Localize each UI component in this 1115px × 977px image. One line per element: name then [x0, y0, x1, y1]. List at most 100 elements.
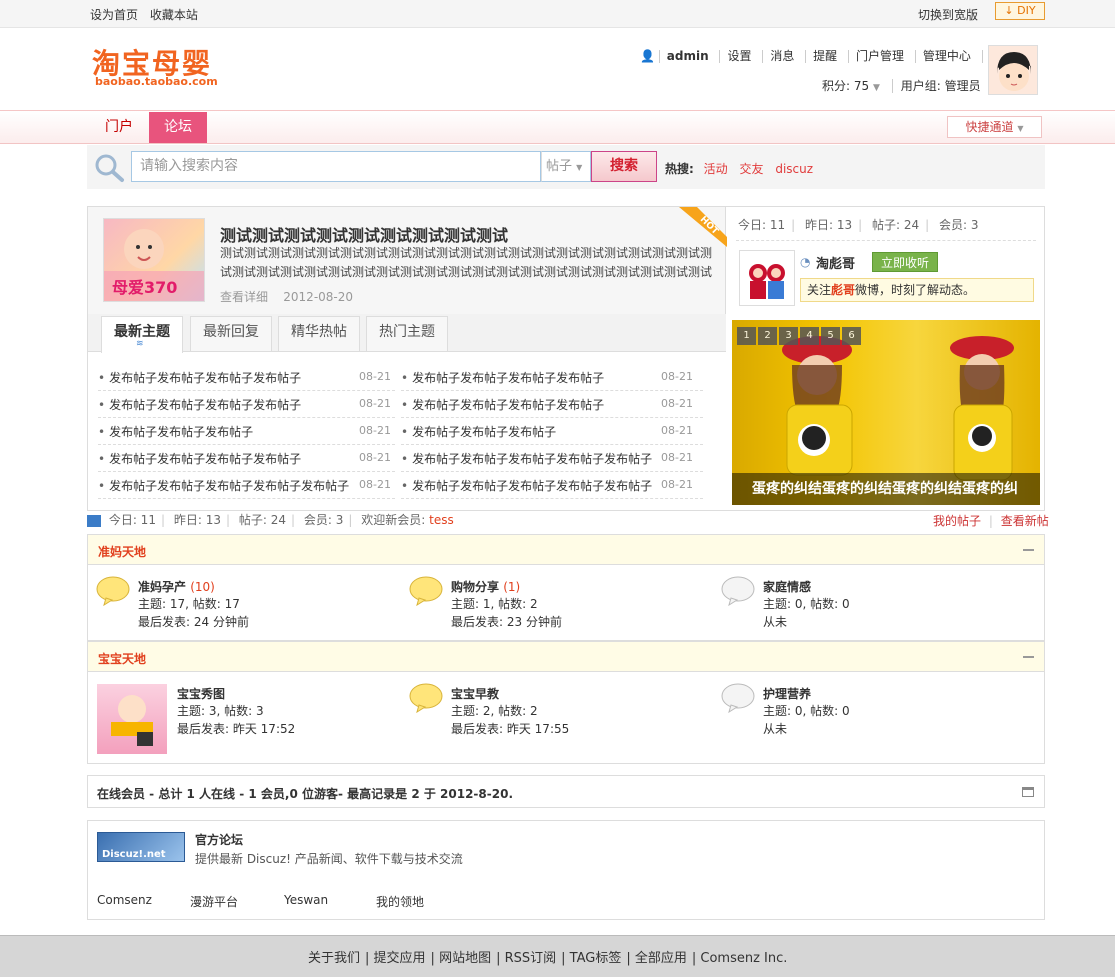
featured-title[interactable]: 测试测试测试测试测试测试测试测试测试	[220, 222, 508, 246]
footer-link[interactable]: TAG标签	[570, 951, 622, 966]
forum-link[interactable]: 宝宝早教	[451, 685, 499, 702]
post-link[interactable]: • 发布帖子发布帖子发布帖子发布帖子	[401, 369, 604, 386]
tab-latest-replies[interactable]: 最新回复	[190, 316, 272, 351]
messages-link[interactable]: 消息	[762, 50, 801, 63]
avatar[interactable]	[988, 45, 1038, 95]
divider	[736, 240, 1036, 241]
nav-forum[interactable]: 论坛	[149, 112, 207, 143]
hot-search-link[interactable]: 交友	[739, 162, 763, 176]
forum-last-post[interactable]: 最后发表: 昨天 17:52	[177, 720, 295, 738]
post-link[interactable]: • 发布帖子发布帖子发布帖子	[98, 423, 253, 440]
collapse-icon[interactable]	[1023, 656, 1034, 658]
featured-image[interactable]: 母爱370	[103, 218, 205, 302]
new-member-link[interactable]: tess	[429, 513, 454, 527]
weibo-avatar[interactable]	[739, 250, 795, 306]
post-link[interactable]: • 发布帖子发布帖子发布帖子发布帖子	[98, 450, 301, 467]
post-link[interactable]: • 发布帖子发布帖子发布帖子发布帖子发布帖子	[98, 477, 349, 494]
forum-info: 主题: 17, 帖数: 17 最后发表: 24 分钟前	[138, 595, 249, 631]
settings-link[interactable]: 设置	[719, 50, 758, 63]
hot-search-link[interactable]: discuz	[775, 162, 813, 176]
chart-icon	[87, 514, 101, 527]
forum-image[interactable]	[97, 684, 167, 754]
friend-link[interactable]: 我的领地	[376, 893, 424, 910]
footer-link[interactable]: 关于我们	[308, 951, 360, 966]
forum-link[interactable]: 护理营养	[763, 685, 811, 702]
bookmark-link[interactable]: 收藏本站	[150, 8, 198, 22]
nav-portal[interactable]: 门户	[90, 112, 148, 143]
tab-hot-topics[interactable]: 热门主题	[366, 316, 448, 351]
forum-stats: 主题: 1, 帖数: 2	[451, 597, 538, 611]
footer-link[interactable]: RSS订阅	[505, 951, 557, 966]
collapse-icon[interactable]	[1023, 549, 1034, 551]
stat-links: 我的帖子 | 查看新帖	[933, 514, 1049, 528]
tab-digest[interactable]: 精华热帖	[278, 316, 360, 351]
slide-nav-3[interactable]: 3	[779, 327, 798, 345]
user-credits: 积分: 75 ▼ 用户组: 管理员	[822, 77, 981, 94]
slide-nav-2[interactable]: 2	[758, 327, 777, 345]
post-link[interactable]: • 发布帖子发布帖子发布帖子发布帖子发布帖子	[401, 477, 652, 494]
weibo-note-name[interactable]: 彪哥	[831, 283, 855, 297]
forum-link[interactable]: 购物分享 (1)	[451, 578, 520, 595]
official-forum-link[interactable]: 官方论坛	[195, 831, 243, 848]
switch-width-link[interactable]: 切换到宽版	[918, 6, 978, 23]
new-posts-link[interactable]: 查看新帖	[1001, 514, 1049, 528]
footer-link[interactable]: 提交应用	[374, 951, 426, 966]
post-link[interactable]: • 发布帖子发布帖子发布帖子	[401, 423, 556, 440]
post-title: 发布帖子发布帖子发布帖子发布帖子	[412, 371, 605, 385]
post-link[interactable]: • 发布帖子发布帖子发布帖子发布帖子	[401, 396, 604, 413]
slide-nav-5[interactable]: 5	[821, 327, 840, 345]
quick-access-button[interactable]: 快捷通道 ▼	[947, 116, 1042, 138]
my-posts-link[interactable]: 我的帖子	[933, 514, 981, 528]
reminders-link[interactable]: 提醒	[805, 50, 844, 63]
search-input[interactable]: 请输入搜索内容	[131, 151, 541, 182]
forum-last-post[interactable]: 最后发表: 24 分钟前	[138, 613, 249, 631]
forum-link[interactable]: 家庭情感	[763, 578, 811, 595]
post-link[interactable]: • 发布帖子发布帖子发布帖子发布帖子	[98, 369, 301, 386]
friend-link[interactable]: 漫游平台	[190, 893, 238, 910]
online-members-text[interactable]: 在线会员 - 总计 1 人在线 - 1 会员,0 位游客- 最高记录是 2 于 …	[97, 785, 513, 802]
post-date: 08-21	[661, 424, 693, 437]
usergroup-text: 用户组: 管理员	[900, 79, 981, 93]
expand-icon[interactable]	[1022, 787, 1034, 797]
search-button[interactable]: 搜索	[591, 151, 657, 182]
follow-button[interactable]: 立即收听	[872, 252, 938, 272]
friend-link[interactable]: Yeswan	[284, 893, 328, 907]
weibo-name[interactable]: 淘彪哥	[816, 253, 855, 272]
hot-search-link[interactable]: 活动	[704, 162, 728, 176]
search-type-select[interactable]: 帖子 ▼	[541, 151, 591, 182]
welcome-text: 欢迎新会员:	[361, 513, 426, 527]
post-link[interactable]: • 发布帖子发布帖子发布帖子发布帖子	[98, 396, 301, 413]
post-title: 发布帖子发布帖子发布帖子发布帖子发布帖子	[412, 479, 653, 493]
forum-last-post: 从未	[763, 722, 788, 736]
footer-link[interactable]: 全部应用	[635, 951, 687, 966]
friend-link[interactable]: Comsenz	[97, 893, 152, 907]
post-link[interactable]: • 发布帖子发布帖子发布帖子发布帖子发布帖子	[401, 450, 652, 467]
footer-link[interactable]: 网站地图	[439, 951, 491, 966]
slide-nav-1[interactable]: 1	[737, 327, 756, 345]
username-link[interactable]: admin	[658, 50, 716, 63]
post-date: 08-21	[661, 451, 693, 464]
forum-link[interactable]: 准妈孕产 (10)	[138, 578, 215, 595]
post-title: 发布帖子发布帖子发布帖子	[412, 425, 557, 439]
admin-center-link[interactable]: 管理中心	[914, 50, 978, 63]
forum-group-title[interactable]: 宝宝天地	[98, 650, 146, 667]
forum-stats: 主题: 2, 帖数: 2	[451, 704, 538, 718]
set-home-link[interactable]: 设为首页	[90, 8, 138, 22]
forum-group-title[interactable]: 准妈天地	[98, 543, 146, 560]
slide-caption[interactable]: 蛋疼的纠结蛋疼的纠结蛋疼的纠结蛋疼的纠	[732, 473, 1040, 505]
forum-last-post[interactable]: 最后发表: 23 分钟前	[451, 613, 562, 631]
forum-last-post[interactable]: 最后发表: 昨天 17:55	[451, 720, 569, 738]
site-logo-url: baobao.taobao.com	[95, 75, 218, 88]
credits-link[interactable]: 积分: 75	[822, 79, 869, 93]
slide-nav-6[interactable]: 6	[842, 327, 861, 345]
forum-link[interactable]: 宝宝秀图	[177, 685, 225, 702]
featured-more-link[interactable]: 查看详细	[220, 290, 268, 304]
footer-link[interactable]: Comsenz Inc.	[700, 951, 787, 966]
forum-stats: 主题: 17, 帖数: 17	[138, 597, 240, 611]
discuz-logo[interactable]: Discuz!.net	[97, 832, 185, 862]
post-date: 08-21	[359, 424, 391, 437]
slide-nav-4[interactable]: 4	[800, 327, 819, 345]
portal-admin-link[interactable]: 门户管理	[848, 50, 911, 63]
diy-button[interactable]: ↓ DIY	[995, 2, 1045, 20]
forum-title: 购物分享	[451, 580, 500, 594]
